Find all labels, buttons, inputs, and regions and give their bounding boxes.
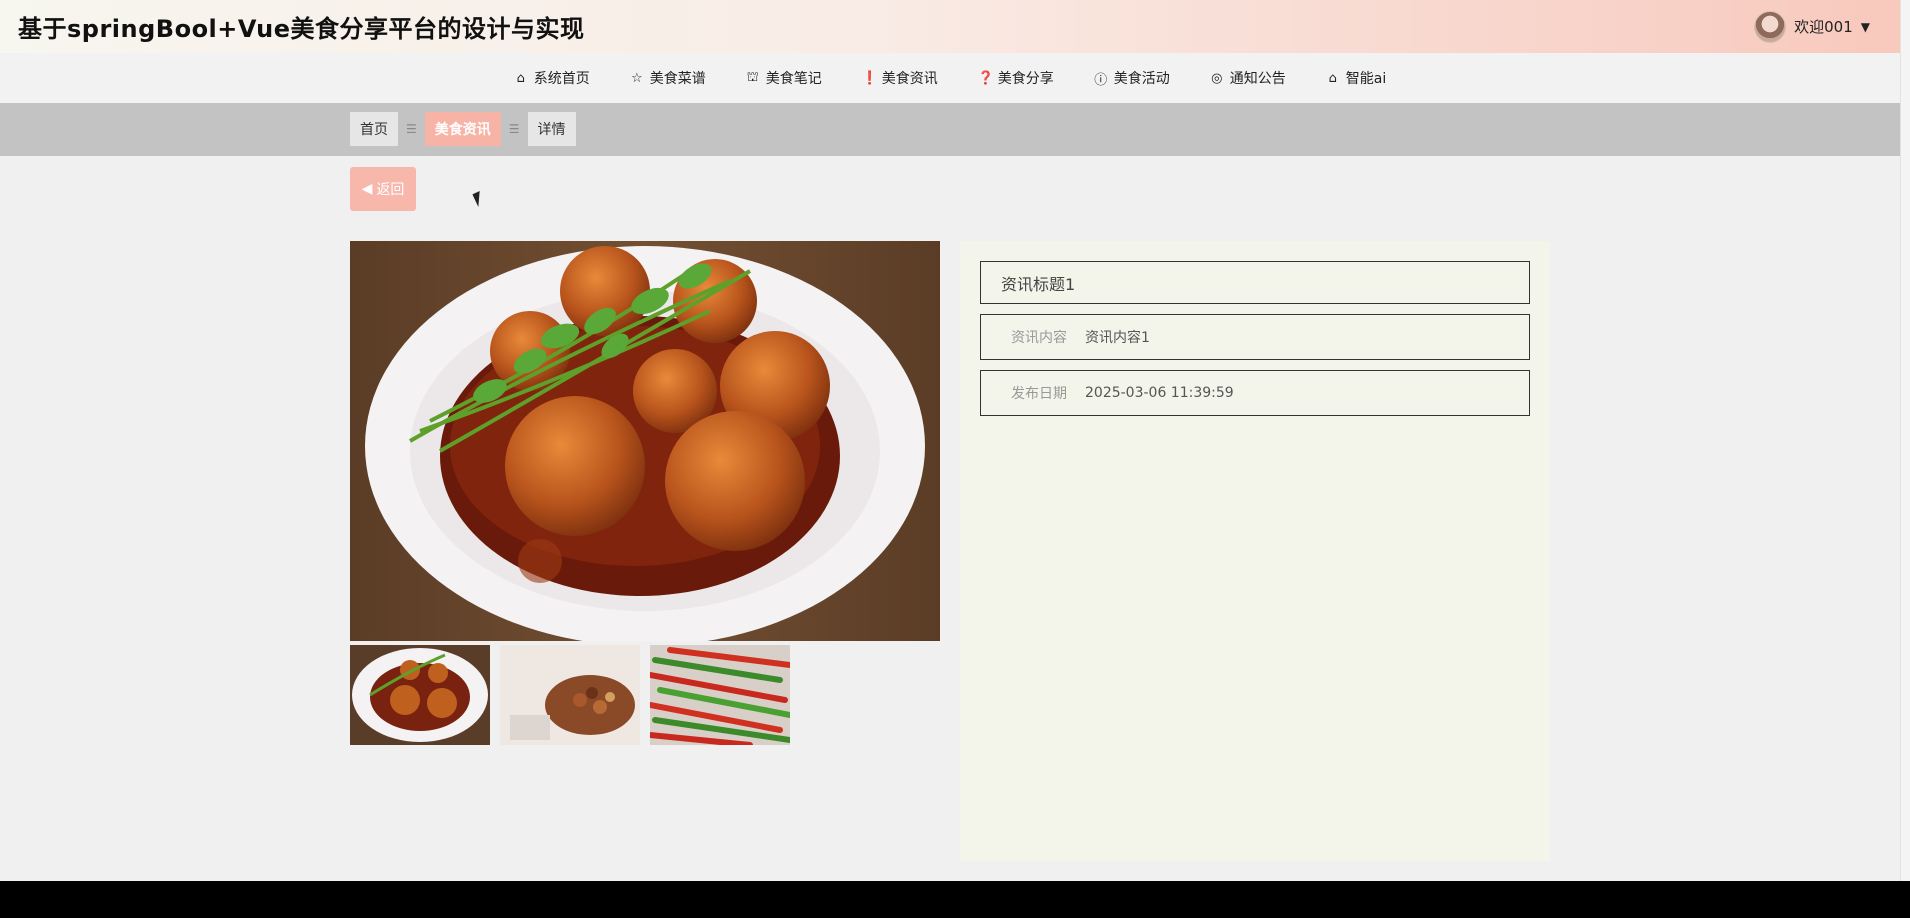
breadcrumb-current: 详情 — [527, 112, 576, 146]
footer — [0, 881, 1910, 918]
nav-item-label: 美食分享 — [997, 71, 1054, 87]
user-menu[interactable]: 欢迎001 ▼ — [1754, 10, 1870, 43]
nav-item-activity[interactable]: ⓘ 美食活动 — [1074, 68, 1190, 88]
nav-item-home[interactable]: ⌂ 系统首页 — [494, 68, 610, 88]
avatar[interactable] — [1754, 10, 1787, 43]
nav-item-label: 美食菜谱 — [649, 71, 706, 87]
publish-date-value: 2025-03-06 11:39:59 — [1085, 385, 1234, 401]
breadcrumb-section[interactable]: 美食资讯 — [424, 112, 501, 146]
page: 基于springBool+Vue美食分享平台的设计与实现 欢迎001 ▼ ⌂ 系… — [0, 0, 1910, 918]
news-content-label: 资讯内容 — [1011, 330, 1067, 346]
app-header: 基于springBool+Vue美食分享平台的设计与实现 欢迎001 ▼ — [0, 0, 1900, 53]
peppers-thumbnail-image — [650, 645, 790, 745]
nav-item-notice[interactable]: ◎ 通知公告 — [1190, 68, 1306, 88]
thumbnail-1[interactable] — [350, 645, 490, 745]
meatball-thumbnail-image — [350, 645, 490, 745]
vertical-scrollbar[interactable] — [1900, 0, 1910, 881]
thumbnail-strip — [350, 645, 790, 745]
nav-item-label: 通知公告 — [1229, 71, 1286, 87]
publish-date-row: 发布日期 2025-03-06 11:39:59 — [980, 370, 1530, 416]
main-image — [350, 241, 940, 641]
nav-item-recipes[interactable]: ☆ 美食菜谱 — [610, 68, 726, 88]
nav-item-label: 智能ai — [1345, 71, 1387, 87]
star-icon: ☆ — [630, 70, 643, 86]
welcome-text[interactable]: 欢迎001 — [1794, 16, 1853, 37]
info-italic-icon: ⓘ — [1094, 72, 1108, 88]
nav-item-share[interactable]: ❓ 美食分享 — [958, 68, 1074, 88]
breadcrumb-bar: 首页 ☰ 美食资讯 ☰ 详情 — [0, 103, 1900, 156]
news-title: 资讯标题1 — [980, 261, 1530, 304]
help-icon: ❓ — [977, 70, 994, 86]
breadcrumb-separator-icon: ☰ — [406, 122, 417, 136]
publish-date-label: 发布日期 — [1011, 386, 1067, 402]
nav-item-news[interactable]: ❗ 美食资讯 — [842, 68, 958, 88]
news-content-value: 资讯内容1 — [1085, 330, 1150, 346]
info-icon: ❗ — [861, 70, 878, 86]
breadcrumb-home[interactable]: 首页 — [350, 112, 398, 146]
bell-icon: ◎ — [1211, 70, 1223, 86]
nav-item-label: 美食活动 — [1113, 71, 1170, 87]
nav-item-label: 美食笔记 — [765, 71, 822, 87]
news-content-row: 资讯内容 资讯内容1 — [980, 314, 1530, 360]
bag-icon: ⛫ — [746, 69, 759, 85]
nav-item-ai[interactable]: ⌂ 智能ai — [1306, 68, 1406, 88]
back-button[interactable]: ◀ 返回 — [350, 167, 416, 211]
thumbnail-3[interactable] — [650, 645, 790, 745]
detail-panel: 资讯标题1 资讯内容 资讯内容1 发布日期 2025-03-06 11:39:5… — [960, 241, 1550, 861]
nav-item-label: 系统首页 — [533, 71, 590, 87]
app-title: 基于springBool+Vue美食分享平台的设计与实现 — [18, 15, 585, 43]
thumbnail-2[interactable] — [500, 645, 640, 745]
meatball-dish-image — [350, 241, 940, 641]
breadcrumb-separator-icon: ☰ — [508, 122, 520, 136]
main-nav: ⌂ 系统首页 ☆ 美食菜谱 ⛫ 美食笔记 ❗ 美食资讯 ❓ 美食分享 ⓘ 美食活… — [0, 53, 1900, 103]
nav-item-notes[interactable]: ⛫ 美食笔记 — [726, 68, 842, 88]
nav-item-label: 美食资讯 — [881, 71, 938, 87]
caret-left-icon: ◀ — [361, 181, 373, 197]
back-button-label: 返回 — [376, 182, 405, 198]
breadcrumb: 首页 ☰ 美食资讯 ☰ 详情 — [350, 112, 576, 146]
home-icon: ⌂ — [516, 70, 525, 86]
home-icon: ⌂ — [1328, 70, 1337, 86]
mouse-cursor-icon — [472, 190, 486, 208]
caret-down-icon[interactable]: ▼ — [1861, 20, 1870, 34]
stir-fry-thumbnail-image — [500, 645, 640, 745]
